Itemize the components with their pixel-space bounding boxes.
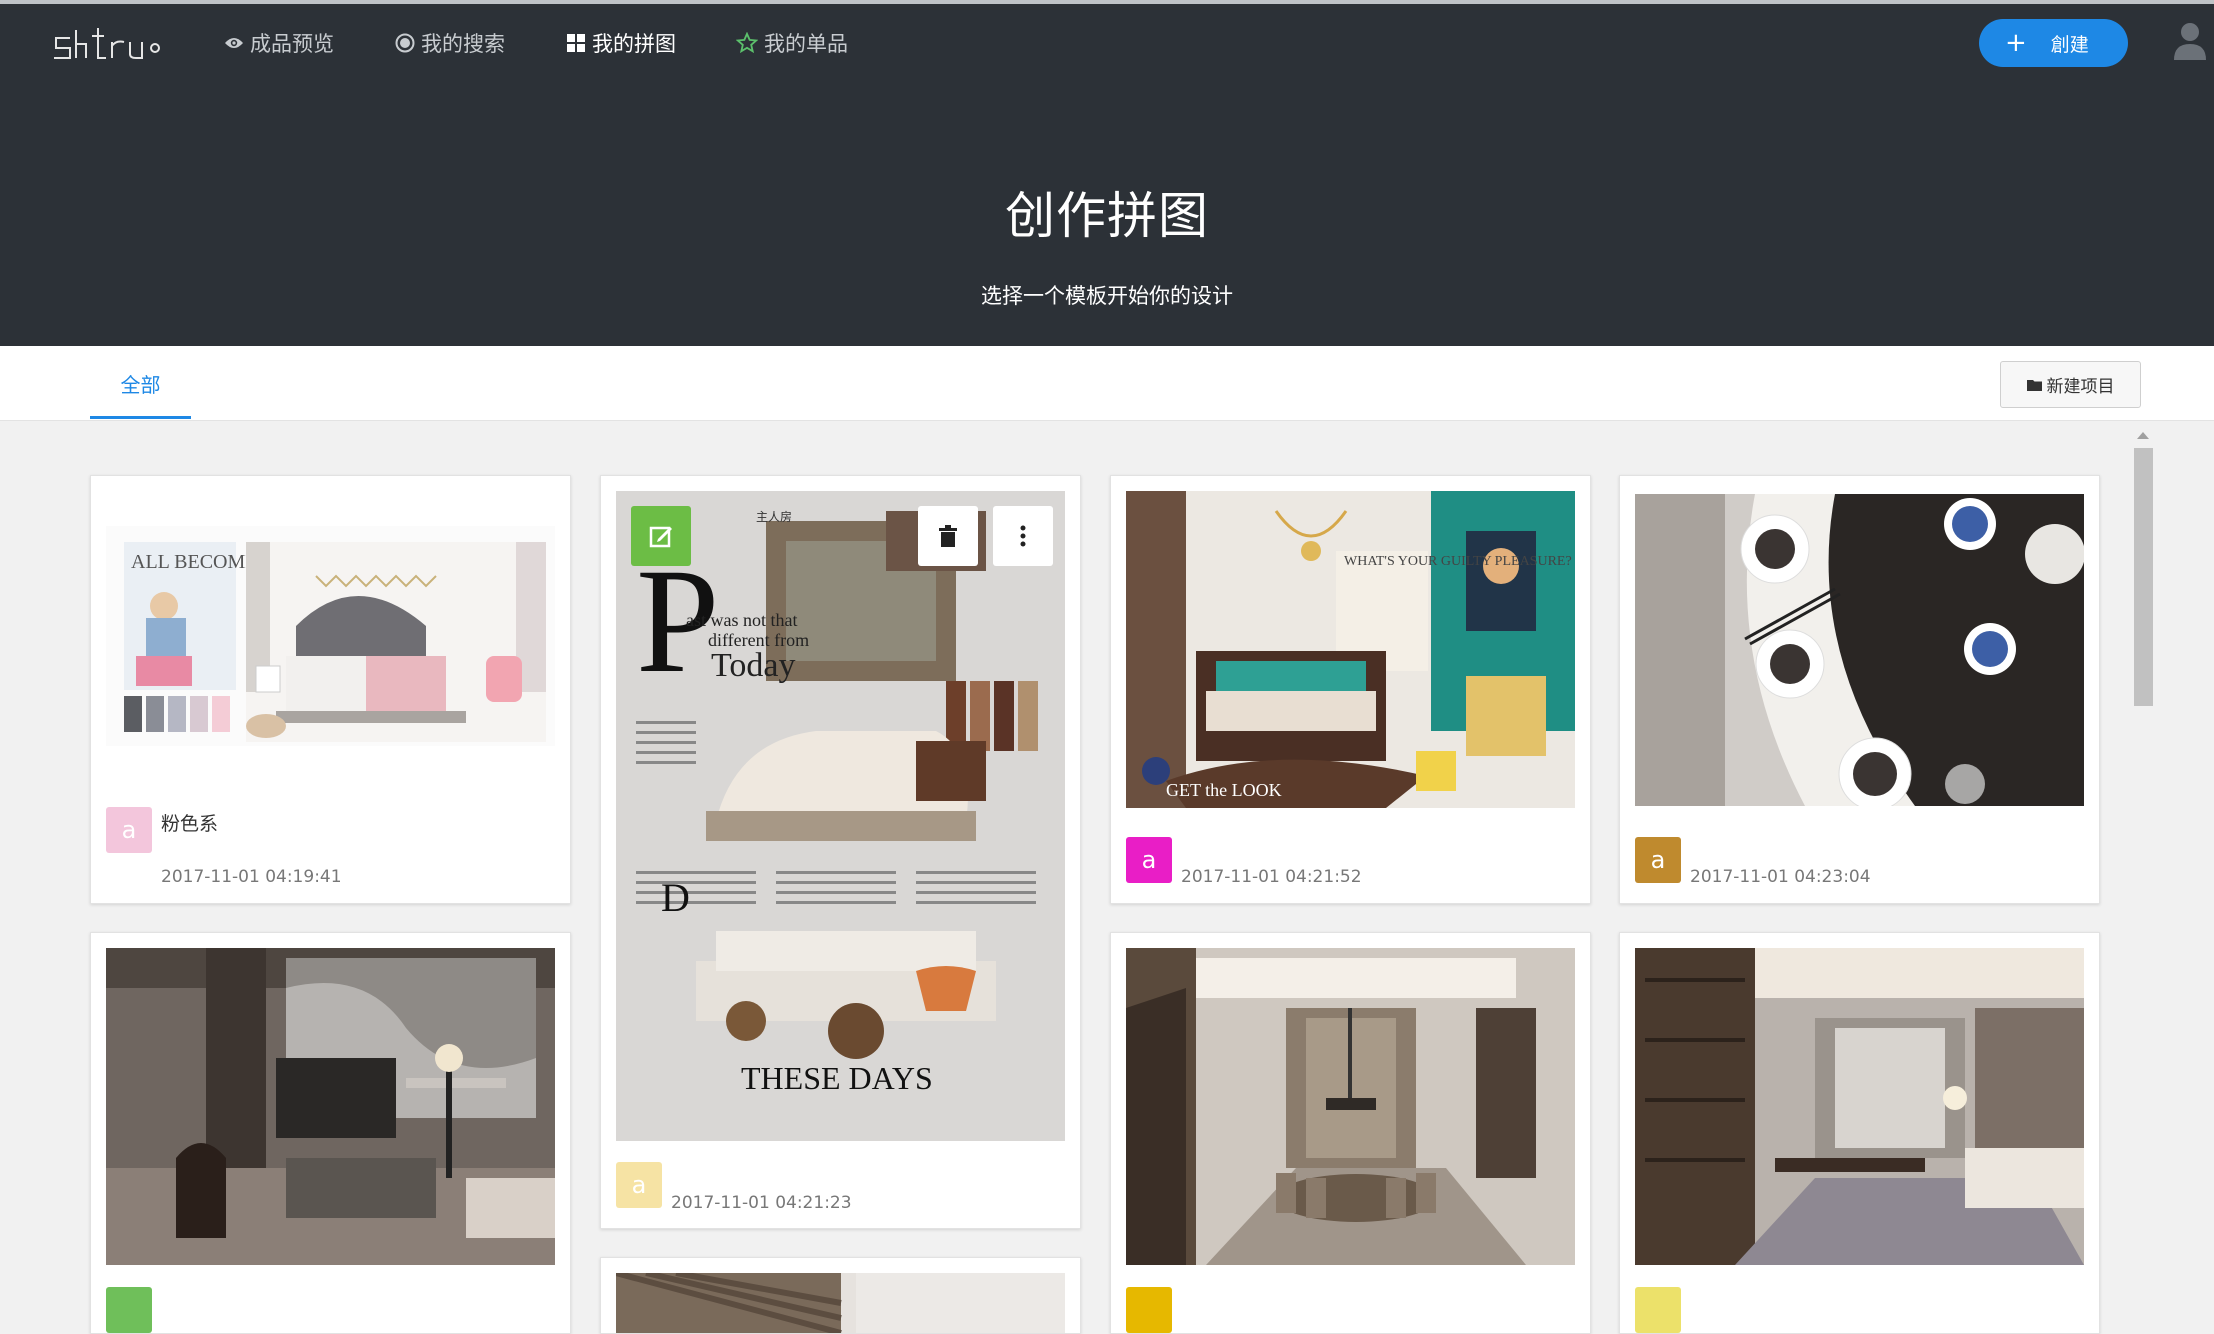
nav-item-label: 成品预览: [250, 32, 334, 56]
nav-item-label: 我的搜索: [421, 32, 505, 56]
collage-card[interactable]: P ast was not that different from Today …: [600, 475, 1081, 1229]
logo[interactable]: [52, 18, 167, 64]
room-tag: 主人房: [756, 509, 792, 524]
tab-active-indicator: [90, 416, 191, 419]
card-thumbnail[interactable]: [1126, 948, 1575, 1265]
edit-button[interactable]: [631, 506, 691, 566]
headline-line: ast was not that: [686, 610, 797, 630]
card-date: 2017-11-01 04:21:52: [1181, 867, 1362, 887]
page-subtitle: 选择一个模板开始你的设计: [981, 284, 1233, 308]
avatar: [1126, 1287, 1172, 1333]
page-title: 创作拼图: [1005, 187, 1209, 245]
scrollbar-thumb[interactable]: [2134, 448, 2153, 706]
grid-icon: [566, 33, 586, 53]
card-date: 2017-11-01 04:19:41: [161, 867, 342, 887]
avatar-letter: a: [121, 816, 137, 844]
collage-card[interactable]: [600, 1257, 1081, 1334]
create-button-label: 創建: [2050, 33, 2089, 56]
avatar: a: [1126, 837, 1172, 883]
nav-item-search[interactable]: 我的搜索: [395, 28, 505, 58]
card-thumbnail[interactable]: P ast was not that different from Today …: [616, 491, 1065, 1141]
more-button[interactable]: [993, 506, 1053, 566]
svg-text:D: D: [661, 875, 690, 920]
collage-card[interactable]: ALL BECOMES CLEAR a 粉色系 2017-11-01 04:19…: [90, 475, 571, 904]
avatar-letter: a: [1141, 846, 1157, 874]
card-thumbnail[interactable]: ALL BECOMES CLEAR: [106, 506, 555, 756]
scroll-up-arrow-icon[interactable]: [2137, 432, 2149, 439]
card-thumbnail[interactable]: [1635, 494, 2084, 806]
tab-all[interactable]: 全部: [90, 346, 191, 420]
card-date: 2017-11-01 04:23:04: [1690, 867, 1871, 887]
eye-icon: [224, 36, 244, 50]
header: 成品预览 我的搜索 我的拼图 我的单品 + 創建 创作拼图 选择一个模板开始你的…: [0, 4, 2214, 346]
card-title: 粉色系: [161, 813, 219, 835]
collage-card[interactable]: [1619, 932, 2100, 1334]
nav-item-products[interactable]: 我的单品: [736, 28, 848, 58]
nav-item-preview[interactable]: 成品预览: [224, 28, 334, 58]
delete-button[interactable]: [918, 506, 978, 566]
star-outline-icon: [736, 32, 758, 54]
nav-item-collage[interactable]: 我的拼图: [566, 28, 676, 58]
nav-item-label: 我的单品: [764, 32, 848, 56]
user-icon[interactable]: [2172, 20, 2208, 60]
footer-text: THESE DAYS: [741, 1060, 933, 1096]
new-project-label: 新建项目: [2046, 377, 2115, 397]
trash-icon: [939, 525, 957, 547]
avatar-letter: a: [1650, 846, 1666, 874]
target-icon: [395, 33, 415, 53]
create-button[interactable]: + 創建: [1979, 19, 2128, 67]
card-thumbnail[interactable]: [106, 948, 555, 1265]
card-thumbnail[interactable]: [1635, 948, 2084, 1265]
avatar: a: [106, 807, 152, 853]
collage-card[interactable]: [90, 932, 571, 1334]
plus-icon: +: [2005, 28, 2027, 58]
nav-item-label: 我的拼图: [592, 32, 676, 56]
avatar: a: [616, 1162, 662, 1208]
headline-line: Today: [711, 647, 796, 684]
tab-bar: 全部 新建项目: [0, 346, 2214, 421]
avatar: [1635, 1287, 1681, 1333]
card-thumbnail[interactable]: [616, 1273, 1065, 1333]
card-thumbnail[interactable]: WHAT'S YOUR GUILTY PLEASURE? GET the LOO…: [1126, 491, 1575, 808]
poster-text: WHAT'S YOUR GUILTY PLEASURE?: [1344, 554, 1572, 569]
avatar: a: [1635, 837, 1681, 883]
avatar: [106, 1287, 152, 1333]
more-vertical-icon: [1020, 525, 1026, 547]
footer-text: GET the LOOK: [1166, 780, 1282, 800]
collage-card[interactable]: [1110, 932, 1591, 1334]
card-date: 2017-11-01 04:21:23: [671, 1193, 852, 1213]
edit-icon: [649, 526, 672, 548]
new-project-button[interactable]: 新建项目: [2000, 361, 2141, 408]
collage-card[interactable]: WHAT'S YOUR GUILTY PLEASURE? GET the LOO…: [1110, 475, 1591, 904]
collage-card[interactable]: a 2017-11-01 04:23:04: [1619, 475, 2100, 904]
avatar-letter: a: [631, 1171, 647, 1199]
folder-icon: [2026, 379, 2042, 391]
